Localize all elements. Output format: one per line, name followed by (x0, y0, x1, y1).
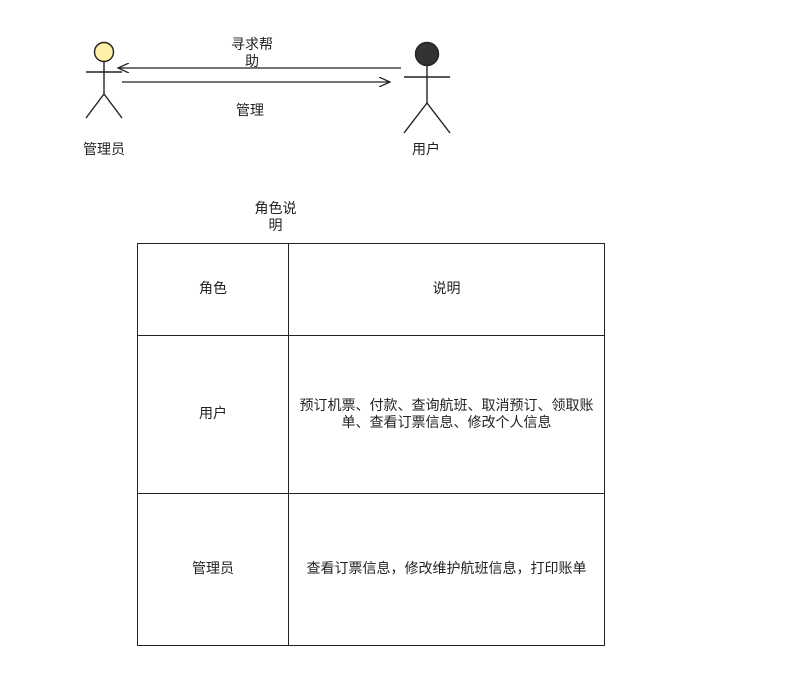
header-role-cell: 角色 (137, 243, 289, 336)
desc-cell: 预订机票、付款、查询航班、取消预订、领取账单、查看订票信息、修改个人信息 (288, 335, 605, 494)
user-head (414, 41, 440, 67)
desc-cell: 查看订票信息，修改维护航班信息，打印账单 (288, 493, 605, 646)
user-actor-label: 用户 (412, 142, 440, 158)
header-desc-cell: 说明 (288, 243, 605, 336)
table-caption: 角色说明 (254, 201, 297, 234)
role-table: 角色 说明 用户 预订机票、付款、查询航班、取消预订、领取账单、查看订票信息、修… (137, 243, 605, 646)
admin-actor-label: 管理员 (83, 142, 125, 158)
table-row: 管理员 查看订票信息，修改维护航班信息，打印账单 (137, 493, 605, 646)
table-header-row: 角色 说明 (137, 243, 605, 336)
admin-actor-icon (85, 41, 123, 119)
table-row: 用户 预订机票、付款、查询航班、取消预订、领取账单、查看订票信息、修改个人信息 (137, 335, 605, 494)
user-actor-icon (403, 41, 451, 134)
role-cell: 管理员 (137, 493, 289, 646)
admin-head (93, 41, 115, 63)
help-arrow-label: 寻求帮助 (231, 37, 273, 70)
manage-arrow-label: 管理 (236, 103, 264, 119)
role-cell: 用户 (137, 335, 289, 494)
